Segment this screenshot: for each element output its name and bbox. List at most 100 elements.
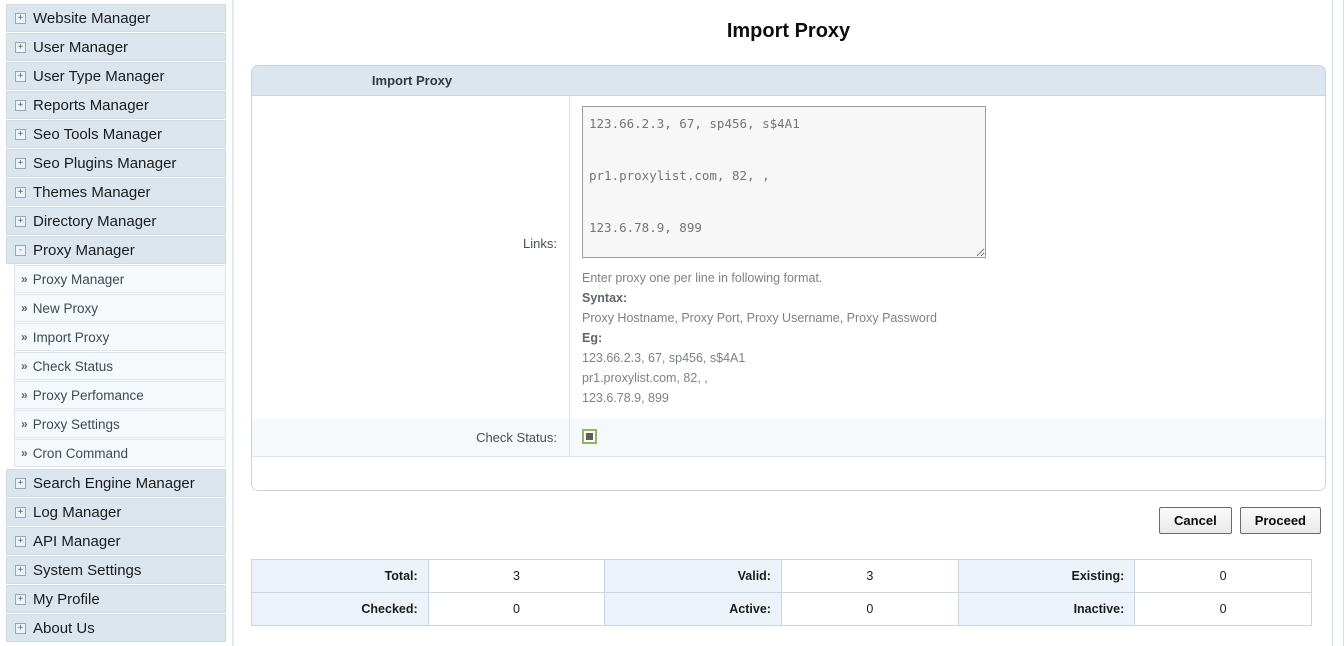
stat-key-valid: Valid: [604,559,782,593]
sidebar-subitem-check-status[interactable]: » Check Status [14,352,226,380]
check-status-field [570,418,1325,456]
stats-table: Total: 3 Valid: 3 Existing: 0 Checked: 0… [251,559,1312,626]
help-eg-line: 123.6.78.9, 899 [582,391,669,405]
panel-legend-label: Import Proxy [371,73,453,88]
sidebar-item-user-type-manager[interactable]: + User Type Manager [6,62,226,90]
stat-key-checked: Checked: [251,592,429,626]
stat-value-active: 0 [780,592,959,626]
sidebar-item-proxy-manager[interactable]: - Proxy Manager [6,236,226,264]
sidebar-subitem-label: Import Proxy [32,329,110,345]
sidebar-subitem-label: Proxy Settings [32,416,120,432]
links-help: Enter proxy one per line in following fo… [582,268,1325,408]
expand-plus-icon[interactable]: + [15,564,26,576]
expand-plus-icon[interactable]: + [15,215,26,227]
panel-footer [252,456,1325,490]
sidebar-item-label: Seo Tools Manager [33,125,162,143]
app-root: + Website Manager + User Manager + User … [0,0,1344,646]
sidebar-item-label: User Type Manager [33,67,165,85]
stat-value-checked: 0 [427,592,606,626]
expand-plus-icon[interactable]: + [15,128,26,140]
button-bar: Cancel Proceed [246,507,1321,534]
chevron-double-right-icon: » [21,330,28,344]
stat-value-total: 3 [427,559,606,593]
expand-plus-icon[interactable]: + [15,99,26,111]
expand-plus-icon[interactable]: + [15,506,26,518]
stat-key-total: Total: [251,559,429,593]
stat-value-existing: 0 [1134,559,1312,593]
sidebar-subitem-import-proxy[interactable]: » Import Proxy [14,323,226,351]
sidebar-item-search-engine-manager[interactable]: + Search Engine Manager [6,469,226,497]
sidebar-item-label: API Manager [33,532,121,550]
sidebar-item-label: System Settings [33,561,142,579]
stat-value-valid: 3 [780,559,959,593]
expand-plus-icon[interactable]: + [15,157,26,169]
help-eg-label: Eg: [582,331,603,345]
stat-key-inactive: Inactive: [957,592,1136,626]
panel-bottom-notch [585,488,635,490]
chevron-double-right-icon: » [21,301,28,315]
sidebar-item-label: Seo Plugins Manager [33,154,177,172]
expand-plus-icon[interactable]: + [15,477,26,489]
sidebar-subitem-label: New Proxy [32,300,98,316]
expand-plus-icon[interactable]: + [15,41,26,53]
check-status-label: Check Status: [252,418,570,456]
sidebar-item-seo-plugins-manager[interactable]: + Seo Plugins Manager [6,149,226,177]
sidebar-item-label: Reports Manager [33,96,149,114]
chevron-double-right-icon: » [21,417,28,431]
chevron-double-right-icon: » [21,446,28,460]
expand-plus-icon[interactable]: + [15,70,26,82]
expand-plus-icon[interactable]: + [15,186,26,198]
sidebar-subitem-proxy-perfomance[interactable]: » Proxy Perfomance [14,381,226,409]
sidebar-item-about-us[interactable]: + About Us [6,614,226,642]
sidebar-item-label: Themes Manager [33,183,151,201]
sidebar-item-label: Website Manager [33,9,151,27]
help-eg-line: pr1.proxylist.com, 82, , [582,371,708,385]
checkbox-checked-icon[interactable] [582,429,597,445]
sidebar-item-log-manager[interactable]: + Log Manager [6,498,226,526]
sidebar-item-reports-manager[interactable]: + Reports Manager [6,91,226,119]
links-row: Links: Enter proxy one per line in follo… [252,96,1325,418]
sidebar-item-system-settings[interactable]: + System Settings [6,556,226,584]
cancel-button[interactable]: Cancel [1159,507,1232,534]
sidebar-item-label: Directory Manager [33,212,157,230]
sidebar-item-directory-manager[interactable]: + Directory Manager [6,207,226,235]
sidebar-item-user-manager[interactable]: + User Manager [6,33,226,61]
proxy-manager-submenu: » Proxy Manager » New Proxy » Import Pro… [6,265,226,467]
sidebar-subitem-proxy-settings[interactable]: » Proxy Settings [14,410,226,438]
check-status-row: Check Status: [252,418,1325,456]
sidebar-item-seo-tools-manager[interactable]: + Seo Tools Manager [6,120,226,148]
chevron-double-right-icon: » [21,272,28,286]
sidebar-item-label: Proxy Manager [33,241,135,259]
stat-key-existing: Existing: [957,559,1136,593]
sidebar-item-label: My Profile [33,590,100,608]
proceed-button[interactable]: Proceed [1239,507,1321,534]
help-syntax-value: Proxy Hostname, Proxy Port, Proxy Userna… [582,311,937,325]
page-scrollbar[interactable] [1332,0,1343,646]
sidebar-subitem-new-proxy[interactable]: » New Proxy [14,294,226,322]
expand-plus-icon[interactable]: + [15,622,26,634]
sidebar-subitem-cron-command[interactable]: » Cron Command [14,439,226,467]
sidebar: + Website Manager + User Manager + User … [0,0,233,646]
expand-plus-icon[interactable]: + [15,535,26,547]
links-textarea[interactable] [582,106,986,258]
collapse-minus-icon[interactable]: - [15,244,26,256]
sidebar-subitem-proxy-manager[interactable]: » Proxy Manager [14,265,226,293]
chevron-double-right-icon: » [21,359,28,373]
page-title: Import Proxy [726,20,851,42]
sidebar-item-my-profile[interactable]: + My Profile [6,585,226,613]
sidebar-subitem-label: Cron Command [32,445,128,461]
main-content: Import Proxy Import Proxy Links: Enter p… [233,0,1344,646]
sidebar-item-website-manager[interactable]: + Website Manager [6,4,226,32]
sidebar-subitem-label: Proxy Manager [32,271,125,287]
sidebar-item-label: User Manager [33,38,129,56]
expand-plus-icon[interactable]: + [15,12,26,24]
sidebar-item-themes-manager[interactable]: + Themes Manager [6,178,226,206]
expand-plus-icon[interactable]: + [15,593,26,605]
chevron-double-right-icon: » [21,388,28,402]
stat-value-inactive: 0 [1134,592,1312,626]
links-label: Links: [252,96,570,418]
panel-legend: Import Proxy [252,66,1325,96]
sidebar-item-label: Search Engine Manager [33,474,195,492]
help-intro: Enter proxy one per line in following fo… [582,271,823,285]
sidebar-item-api-manager[interactable]: + API Manager [6,527,226,555]
